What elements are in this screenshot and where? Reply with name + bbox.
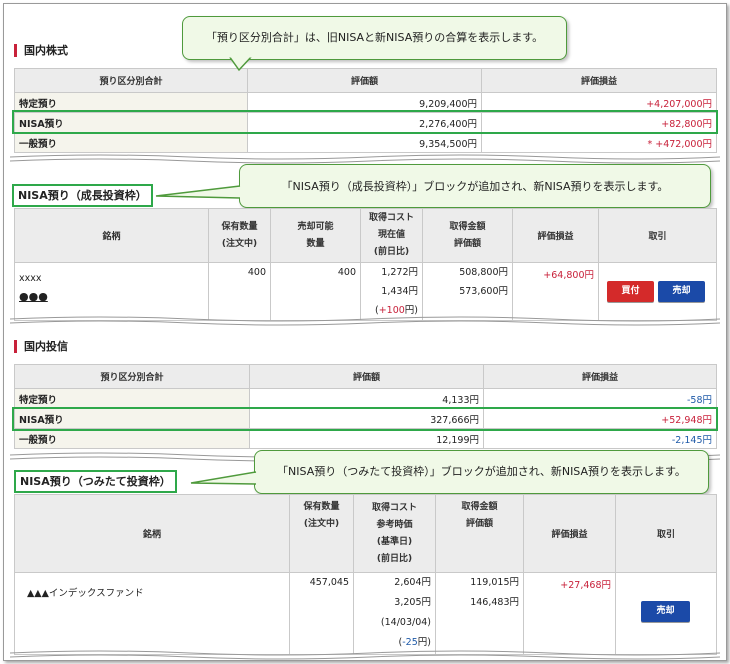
callout-growth: 「NISA預り（成長投資枠）」ブロックが追加され、新NISA預りを表示します。 bbox=[239, 164, 711, 208]
fund-cost-cell: 2,604円 3,205円 (14/03/04) (-25円) bbox=[353, 572, 436, 655]
nisa-tsumitate-title: NISA預り（つみたて投資枠） bbox=[14, 470, 177, 493]
row-label: 一般預り bbox=[14, 132, 248, 153]
holding-name-link[interactable]: ●●● bbox=[19, 290, 204, 303]
fund-ref-price: 3,205円 bbox=[394, 597, 431, 608]
table-row: 特定預り 4,133円 -58円 bbox=[14, 388, 717, 409]
col-header-pl: 評価損益 bbox=[523, 494, 616, 573]
table-row: 一般預り 12,199円 -2,145円 bbox=[14, 428, 717, 449]
divider-wave bbox=[10, 650, 720, 660]
callout-tsumitate-pointer bbox=[190, 471, 257, 485]
table-row: xxxx ●●● 400 400 1,272円 1,434円 (+100円) 5… bbox=[14, 262, 717, 321]
col-header-value: 評価額 bbox=[247, 68, 482, 93]
nisa-tsumitate-table: 銘柄 保有数量 (注文中) 取得コスト 参考時価 (基準日) (前日比) 取得金額 評価額… bbox=[14, 494, 717, 655]
row-pl: +52,948円 bbox=[483, 408, 717, 429]
col-header-amount: 取得金額 評価額 bbox=[435, 494, 524, 573]
holding-amount-cell: 508,800円 573,600円 bbox=[422, 262, 513, 321]
trade-cell: 売却 bbox=[615, 572, 717, 655]
col-header-value: 評価額 bbox=[249, 364, 484, 389]
holding-sellable: 400 bbox=[270, 262, 361, 321]
fund-cost: 2,604円 bbox=[394, 577, 431, 588]
col-header-pl: 評価損益 bbox=[512, 208, 599, 263]
col-header-name: 銘柄 bbox=[14, 494, 290, 573]
domestic-fund-table: 預り区分別合計 評価額 評価損益 特定預り 4,133円 -58円 NISA預り… bbox=[14, 364, 717, 449]
table-row: NISA預り 327,666円 +52,948円 bbox=[14, 408, 717, 429]
holding-pl: +64,800円 bbox=[512, 262, 599, 321]
fund-amount-cell: 119,015円 146,483円 bbox=[435, 572, 524, 655]
row-label: NISA預り bbox=[14, 112, 248, 133]
row-value: 9,354,500円 bbox=[247, 132, 482, 153]
callout-top-pointer bbox=[228, 56, 253, 72]
divider-wave bbox=[10, 154, 720, 164]
col-header-qty: 保有数量 (注文中) bbox=[289, 494, 354, 573]
row-value: 327,666円 bbox=[249, 408, 484, 429]
holding-code: xxxx bbox=[19, 273, 42, 284]
col-header-name: 銘柄 bbox=[14, 208, 209, 263]
fund-pl: +27,468円 bbox=[523, 572, 616, 655]
col-header-category: 預り区分別合計 bbox=[14, 364, 250, 389]
fund-acq-amount: 119,015円 bbox=[470, 577, 519, 588]
row-pl: +82,800円 bbox=[481, 112, 717, 133]
row-pl: -2,145円 bbox=[483, 428, 717, 449]
sell-button[interactable]: 売却 bbox=[641, 601, 690, 622]
trade-cell: 買付 売却 bbox=[598, 262, 717, 321]
fund-qty: 457,045 bbox=[289, 572, 354, 655]
col-header-cost: 取得コスト 参考時価 (基準日) (前日比) bbox=[353, 494, 436, 573]
callout-tsumitate: 「NISA預り（つみたて投資枠）」ブロックが追加され、新NISA預りを表示します… bbox=[254, 450, 709, 494]
sell-button[interactable]: 売却 bbox=[658, 281, 705, 302]
holding-cost: 1,272円 bbox=[381, 267, 418, 278]
row-value: 12,199円 bbox=[249, 428, 484, 449]
col-header-trade: 取引 bbox=[615, 494, 717, 573]
holding-qty: 400 bbox=[208, 262, 271, 321]
holding-eval-amount: 573,600円 bbox=[459, 286, 508, 297]
table-row: 特定預り 9,209,400円 +4,207,000円 bbox=[14, 92, 717, 113]
callout-tsumitate-text: 「NISA預り（つみたて投資枠）」ブロックが追加され、新NISA預りを表示します… bbox=[277, 465, 686, 478]
row-pl: -58円 bbox=[483, 388, 717, 409]
table-row: NISA預り 2,276,400円 +82,800円 bbox=[14, 112, 717, 133]
row-label: NISA預り bbox=[14, 408, 250, 429]
row-pl: * +472,000円 bbox=[481, 132, 717, 153]
screenshot-frame: 国内株式 預り区分別合計 評価額 評価損益 特定預り 9,209,400円 +4… bbox=[3, 3, 727, 661]
callout-growth-text: 「NISA預り（成長投資枠）」ブロックが追加され、新NISA預りを表示します。 bbox=[281, 180, 669, 193]
col-header-pl: 評価損益 bbox=[481, 68, 717, 93]
col-header-amount: 取得金額 評価額 bbox=[422, 208, 513, 263]
callout-top-text: 「預り区分別合計」は、旧NISAと新NISA預りの合算を表示します。 bbox=[205, 31, 544, 44]
nisa-growth-table: 銘柄 保有数量 (注文中) 売却可能 数量 取得コスト 現在値 (前日比) 取得金額 評価… bbox=[14, 208, 717, 321]
callout-growth-pointer bbox=[155, 185, 241, 199]
domestic-fund-title: 国内投信 bbox=[14, 340, 68, 353]
col-header-cost: 取得コスト 現在値 (前日比) bbox=[360, 208, 423, 263]
nisa-growth-title: NISA預り（成長投資枠） bbox=[12, 184, 153, 207]
callout-top: 「預り区分別合計」は、旧NISAと新NISA預りの合算を表示します。 bbox=[182, 16, 567, 60]
domestic-stock-table: 預り区分別合計 評価額 評価損益 特定預り 9,209,400円 +4,207,… bbox=[14, 68, 717, 153]
table-row: 一般預り 9,354,500円 * +472,000円 bbox=[14, 132, 717, 153]
col-header-category: 預り区分別合計 bbox=[14, 68, 248, 93]
row-label: 特定預り bbox=[14, 388, 250, 409]
domestic-stock-title: 国内株式 bbox=[14, 44, 68, 57]
fund-eval-amount: 146,483円 bbox=[470, 597, 519, 608]
row-value: 4,133円 bbox=[249, 388, 484, 409]
row-value: 9,209,400円 bbox=[247, 92, 482, 113]
row-label: 一般預り bbox=[14, 428, 250, 449]
col-header-trade: 取引 bbox=[598, 208, 717, 263]
row-label: 特定預り bbox=[14, 92, 248, 113]
holding-acq-amount: 508,800円 bbox=[459, 267, 508, 278]
holding-cost-cell: 1,272円 1,434円 (+100円) bbox=[360, 262, 423, 321]
col-header-pl: 評価損益 bbox=[483, 364, 717, 389]
table-row: ▲▲▲インデックスファンド 457,045 2,604円 3,205円 (14/… bbox=[14, 572, 717, 655]
col-header-qty: 保有数量 (注文中) bbox=[208, 208, 271, 263]
col-header-sellable: 売却可能 数量 bbox=[270, 208, 361, 263]
row-pl: +4,207,000円 bbox=[481, 92, 717, 113]
fund-name: ▲▲▲インデックスファンド bbox=[14, 572, 290, 655]
divider-wave bbox=[10, 316, 720, 326]
row-value: 2,276,400円 bbox=[247, 112, 482, 133]
fund-base-date: (14/03/04) bbox=[380, 617, 431, 628]
holding-price: 1,434円 bbox=[381, 286, 418, 297]
buy-button[interactable]: 買付 bbox=[607, 281, 654, 302]
holding-name-cell: xxxx ●●● bbox=[14, 262, 209, 321]
